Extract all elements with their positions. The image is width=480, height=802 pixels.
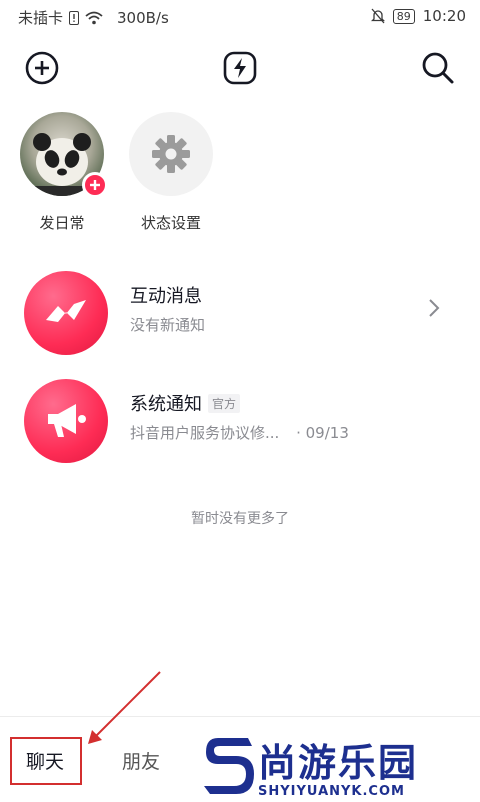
message-subtitle: 抖音用户服务协议修... · 09/13: [130, 422, 349, 443]
add-icon[interactable]: [22, 48, 62, 88]
battery-indicator: 89: [392, 8, 415, 24]
list-item-interaction-messages[interactable]: 互动消息 没有新通知: [0, 268, 480, 358]
official-badge: 官方: [208, 393, 241, 413]
story-label: 状态设置: [140, 214, 201, 232]
carrier-text: 未插卡: [18, 9, 64, 27]
story-row: 发日常 状态设置: [0, 112, 480, 242]
avatar[interactable]: [20, 112, 108, 198]
wifi-icon: [85, 11, 103, 24]
status-bar: 未插卡 300B/s 89 10:20: [0, 0, 480, 34]
watermark-url: SHYIYUANYK.COM: [258, 784, 405, 799]
status-settings-circle[interactable]: [129, 112, 213, 196]
message-subtitle: 没有新通知: [130, 316, 206, 334]
clock: 10:20: [422, 7, 466, 25]
empty-note: 暂时没有更多了: [191, 511, 289, 527]
flash-icon[interactable]: [220, 48, 260, 88]
watermark-logo: 尚游乐园 SHYIYUANYK.COM: [200, 728, 480, 802]
tab-friends[interactable]: 朋友: [122, 747, 160, 774]
mute-bell-icon: [370, 8, 385, 24]
watermark-title: 尚游乐园: [258, 741, 419, 785]
story-status-settings[interactable]: 状态设置: [126, 112, 216, 233]
sim-alert-icon: [69, 10, 80, 25]
plus-badge-icon[interactable]: [82, 172, 108, 198]
message-preview: 抖音用户服务协议修...: [130, 424, 280, 442]
network-speed: 300B/s: [117, 8, 169, 27]
message-title: 系统通知 官方: [130, 390, 241, 416]
gear-icon: [152, 135, 190, 173]
story-label: 发日常: [39, 214, 85, 232]
chevron-right-icon[interactable]: [428, 298, 440, 318]
message-title-text: 系统通知: [130, 394, 202, 415]
message-title-text: 互动消息: [130, 286, 202, 307]
message-date: · 09/13: [296, 424, 349, 442]
watermark-s-icon: [204, 738, 254, 794]
list-item-system-notifications[interactable]: 系统通知 官方 抖音用户服务协议修... · 09/13: [0, 376, 480, 466]
top-bar: [0, 44, 480, 92]
megaphone-icon: [24, 379, 108, 463]
lightning-chat-icon: [24, 271, 108, 355]
tab-chat[interactable]: 聊天: [26, 747, 64, 774]
search-icon[interactable]: [418, 48, 458, 88]
message-title: 互动消息: [130, 282, 202, 308]
story-post-daily[interactable]: 发日常: [17, 112, 108, 233]
